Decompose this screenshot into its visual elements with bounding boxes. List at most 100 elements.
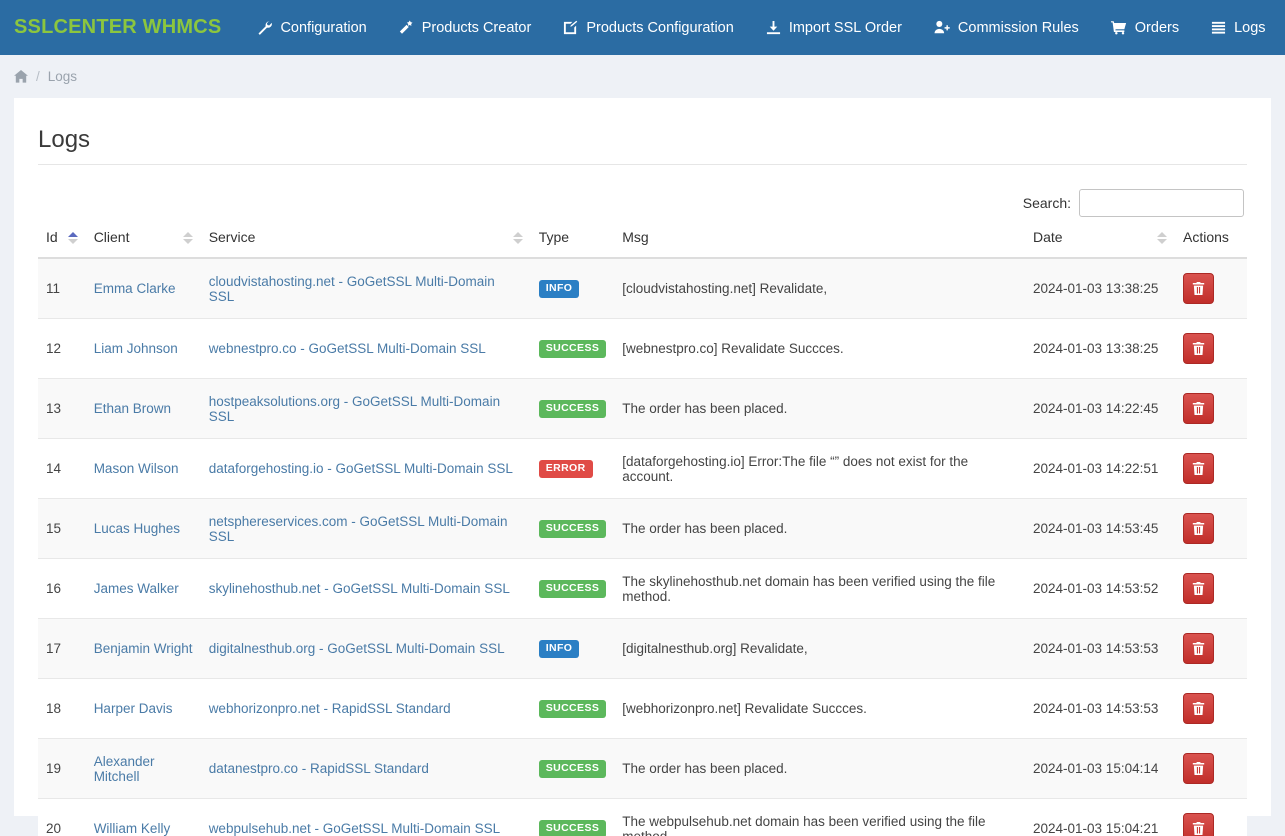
nav-item-commission-rules[interactable]: Commission Rules	[918, 0, 1095, 55]
delete-row-button[interactable]	[1183, 513, 1214, 544]
trash-icon	[1192, 582, 1205, 595]
breadcrumb: / Logs	[0, 55, 1285, 98]
table-row: 19 Alexander Mitchell datanestpro.co - Rap…	[38, 739, 1247, 799]
cell-actions	[1175, 739, 1247, 799]
client-link[interactable]: Benjamin Wright	[94, 641, 193, 656]
table-row: 13 Ethan Brown hostpeaksolutions.org - GoG…	[38, 379, 1247, 439]
status-badge: INFO	[539, 280, 580, 298]
status-badge: SUCCESS	[539, 580, 607, 598]
list-lines-icon	[1211, 20, 1226, 35]
column-header-service[interactable]: Service	[201, 229, 531, 258]
status-badge: ERROR	[539, 460, 593, 478]
shopping-cart-icon	[1111, 20, 1127, 35]
cell-type: SUCCESS	[531, 739, 615, 799]
cell-actions	[1175, 379, 1247, 439]
table-row: 11Emma Clarkecloudvistahosting.net - GoG…	[38, 258, 1247, 319]
column-header-id[interactable]: Id	[38, 229, 86, 258]
cell-date: 2024-01-03 14:53:52	[1025, 559, 1175, 619]
brand-logo[interactable]: SSLCENTER WHMCS	[14, 16, 221, 39]
cell-id: 15	[38, 499, 86, 559]
delete-row-button[interactable]	[1183, 753, 1214, 784]
cell-msg: The order has been placed.	[614, 739, 1025, 799]
nav-item-logs[interactable]: Logs	[1195, 0, 1281, 55]
service-link[interactable]: skylinehosthub.net - GoGetSSL Multi-Doma…	[209, 581, 510, 596]
column-header-type[interactable]: Type	[531, 229, 615, 258]
cell-client: Ethan Brown	[86, 379, 201, 439]
nav-item-label: Import SSL Order	[789, 20, 902, 36]
client-link[interactable]: Liam Johnson	[94, 341, 178, 356]
table-header-row: Id Client Service	[38, 229, 1247, 258]
cell-service: digitalnesthub.org - GoGetSSL Multi-Doma…	[201, 619, 531, 679]
cell-type: SUCCESS	[531, 499, 615, 559]
delete-row-button[interactable]	[1183, 453, 1214, 484]
home-icon[interactable]	[14, 70, 28, 83]
service-link[interactable]: cloudvistahosting.net - GoGetSSL Multi-D…	[209, 274, 495, 304]
cell-id: 19	[38, 739, 86, 799]
service-link[interactable]: datanestpro.co - RapidSSL Standard	[209, 761, 429, 776]
table-row: 14 Mason Wilson dataforgehosting.io - GoGe…	[38, 439, 1247, 499]
delete-row-button[interactable]	[1183, 693, 1214, 724]
cell-service: hostpeaksolutions.org - GoGetSSL Multi-D…	[201, 379, 531, 439]
delete-row-button[interactable]	[1183, 393, 1214, 424]
delete-row-button[interactable]	[1183, 633, 1214, 664]
nav-item-configuration[interactable]: Configuration	[241, 0, 382, 55]
column-label: Msg	[622, 229, 648, 245]
client-link[interactable]: Mason Wilson	[94, 461, 179, 476]
search-label: Search:	[1023, 195, 1071, 211]
delete-row-button[interactable]	[1183, 273, 1214, 304]
client-link[interactable]: Lucas Hughes	[94, 521, 180, 536]
cell-type: SUCCESS	[531, 379, 615, 439]
cell-date: 2024-01-03 14:22:45	[1025, 379, 1175, 439]
service-link[interactable]: webnestpro.co - GoGetSSL Multi-Domain SS…	[209, 341, 486, 356]
column-label: Type	[539, 229, 569, 245]
table-row: 20William Kellywebpulsehub.net - GoGetSS…	[38, 799, 1247, 836]
client-link[interactable]: Alexander Mitchell	[94, 754, 155, 784]
cell-client: Lucas Hughes	[86, 499, 201, 559]
service-link[interactable]: hostpeaksolutions.org - GoGetSSL Multi-D…	[209, 394, 500, 424]
cell-service: dataforgehosting.io - GoGetSSL Multi-Dom…	[201, 439, 531, 499]
client-link[interactable]: William Kelly	[94, 821, 171, 836]
service-link[interactable]: digitalnesthub.org - GoGetSSL Multi-Doma…	[209, 641, 505, 656]
cell-msg: [webhorizonpro.net] Revalidate Succces.	[614, 679, 1025, 739]
client-link[interactable]: Ethan Brown	[94, 401, 171, 416]
service-link[interactable]: webhorizonpro.net - RapidSSL Standard	[209, 701, 451, 716]
cell-id: 14	[38, 439, 86, 499]
cell-service: webpulsehub.net - GoGetSSL Multi-Domain …	[201, 799, 531, 836]
cell-client: James Walker	[86, 559, 201, 619]
column-header-date[interactable]: Date	[1025, 229, 1175, 258]
cell-id: 13	[38, 379, 86, 439]
cell-type: SUCCESS	[531, 679, 615, 739]
cell-type: SUCCESS	[531, 559, 615, 619]
wrench-icon	[257, 20, 272, 35]
service-link[interactable]: dataforgehosting.io - GoGetSSL Multi-Dom…	[209, 461, 513, 476]
delete-row-button[interactable]	[1183, 813, 1214, 836]
service-link[interactable]: webpulsehub.net - GoGetSSL Multi-Domain …	[209, 821, 500, 836]
nav-item-orders[interactable]: Orders	[1095, 0, 1195, 55]
client-link[interactable]: Emma Clarke	[94, 281, 176, 296]
cell-msg: [cloudvistahosting.net] Revalidate,	[614, 258, 1025, 319]
nav-item-products-creator[interactable]: Products Creator	[383, 0, 548, 55]
breadcrumb-item-logs[interactable]: Logs	[48, 69, 77, 84]
nav-item-products-configuration[interactable]: Products Configuration	[547, 0, 750, 55]
table-row: 18Harper Daviswebhorizonpro.net - RapidS…	[38, 679, 1247, 739]
client-link[interactable]: James Walker	[94, 581, 179, 596]
cell-service: webhorizonpro.net - RapidSSL Standard	[201, 679, 531, 739]
cell-client: Alexander Mitchell	[86, 739, 201, 799]
cell-id: 12	[38, 319, 86, 379]
cell-service: webnestpro.co - GoGetSSL Multi-Domain SS…	[201, 319, 531, 379]
cell-msg: [dataforgehosting.io] Error:The file “” …	[614, 439, 1025, 499]
cell-actions	[1175, 619, 1247, 679]
client-link[interactable]: Harper Davis	[94, 701, 173, 716]
delete-row-button[interactable]	[1183, 333, 1214, 364]
delete-row-button[interactable]	[1183, 573, 1214, 604]
nav-item-label: Products Configuration	[586, 20, 734, 36]
column-header-client[interactable]: Client	[86, 229, 201, 258]
service-link[interactable]: netsphereservices.com - GoGetSSL Multi-D…	[209, 514, 508, 544]
status-badge: SUCCESS	[539, 400, 607, 418]
search-input[interactable]	[1079, 189, 1244, 217]
sort-ascending-icon	[68, 232, 78, 244]
nav-item-import-ssl-order[interactable]: Import SSL Order	[750, 0, 918, 55]
column-label: Id	[46, 229, 58, 245]
column-header-msg[interactable]: Msg	[614, 229, 1025, 258]
column-label: Actions	[1183, 229, 1229, 245]
